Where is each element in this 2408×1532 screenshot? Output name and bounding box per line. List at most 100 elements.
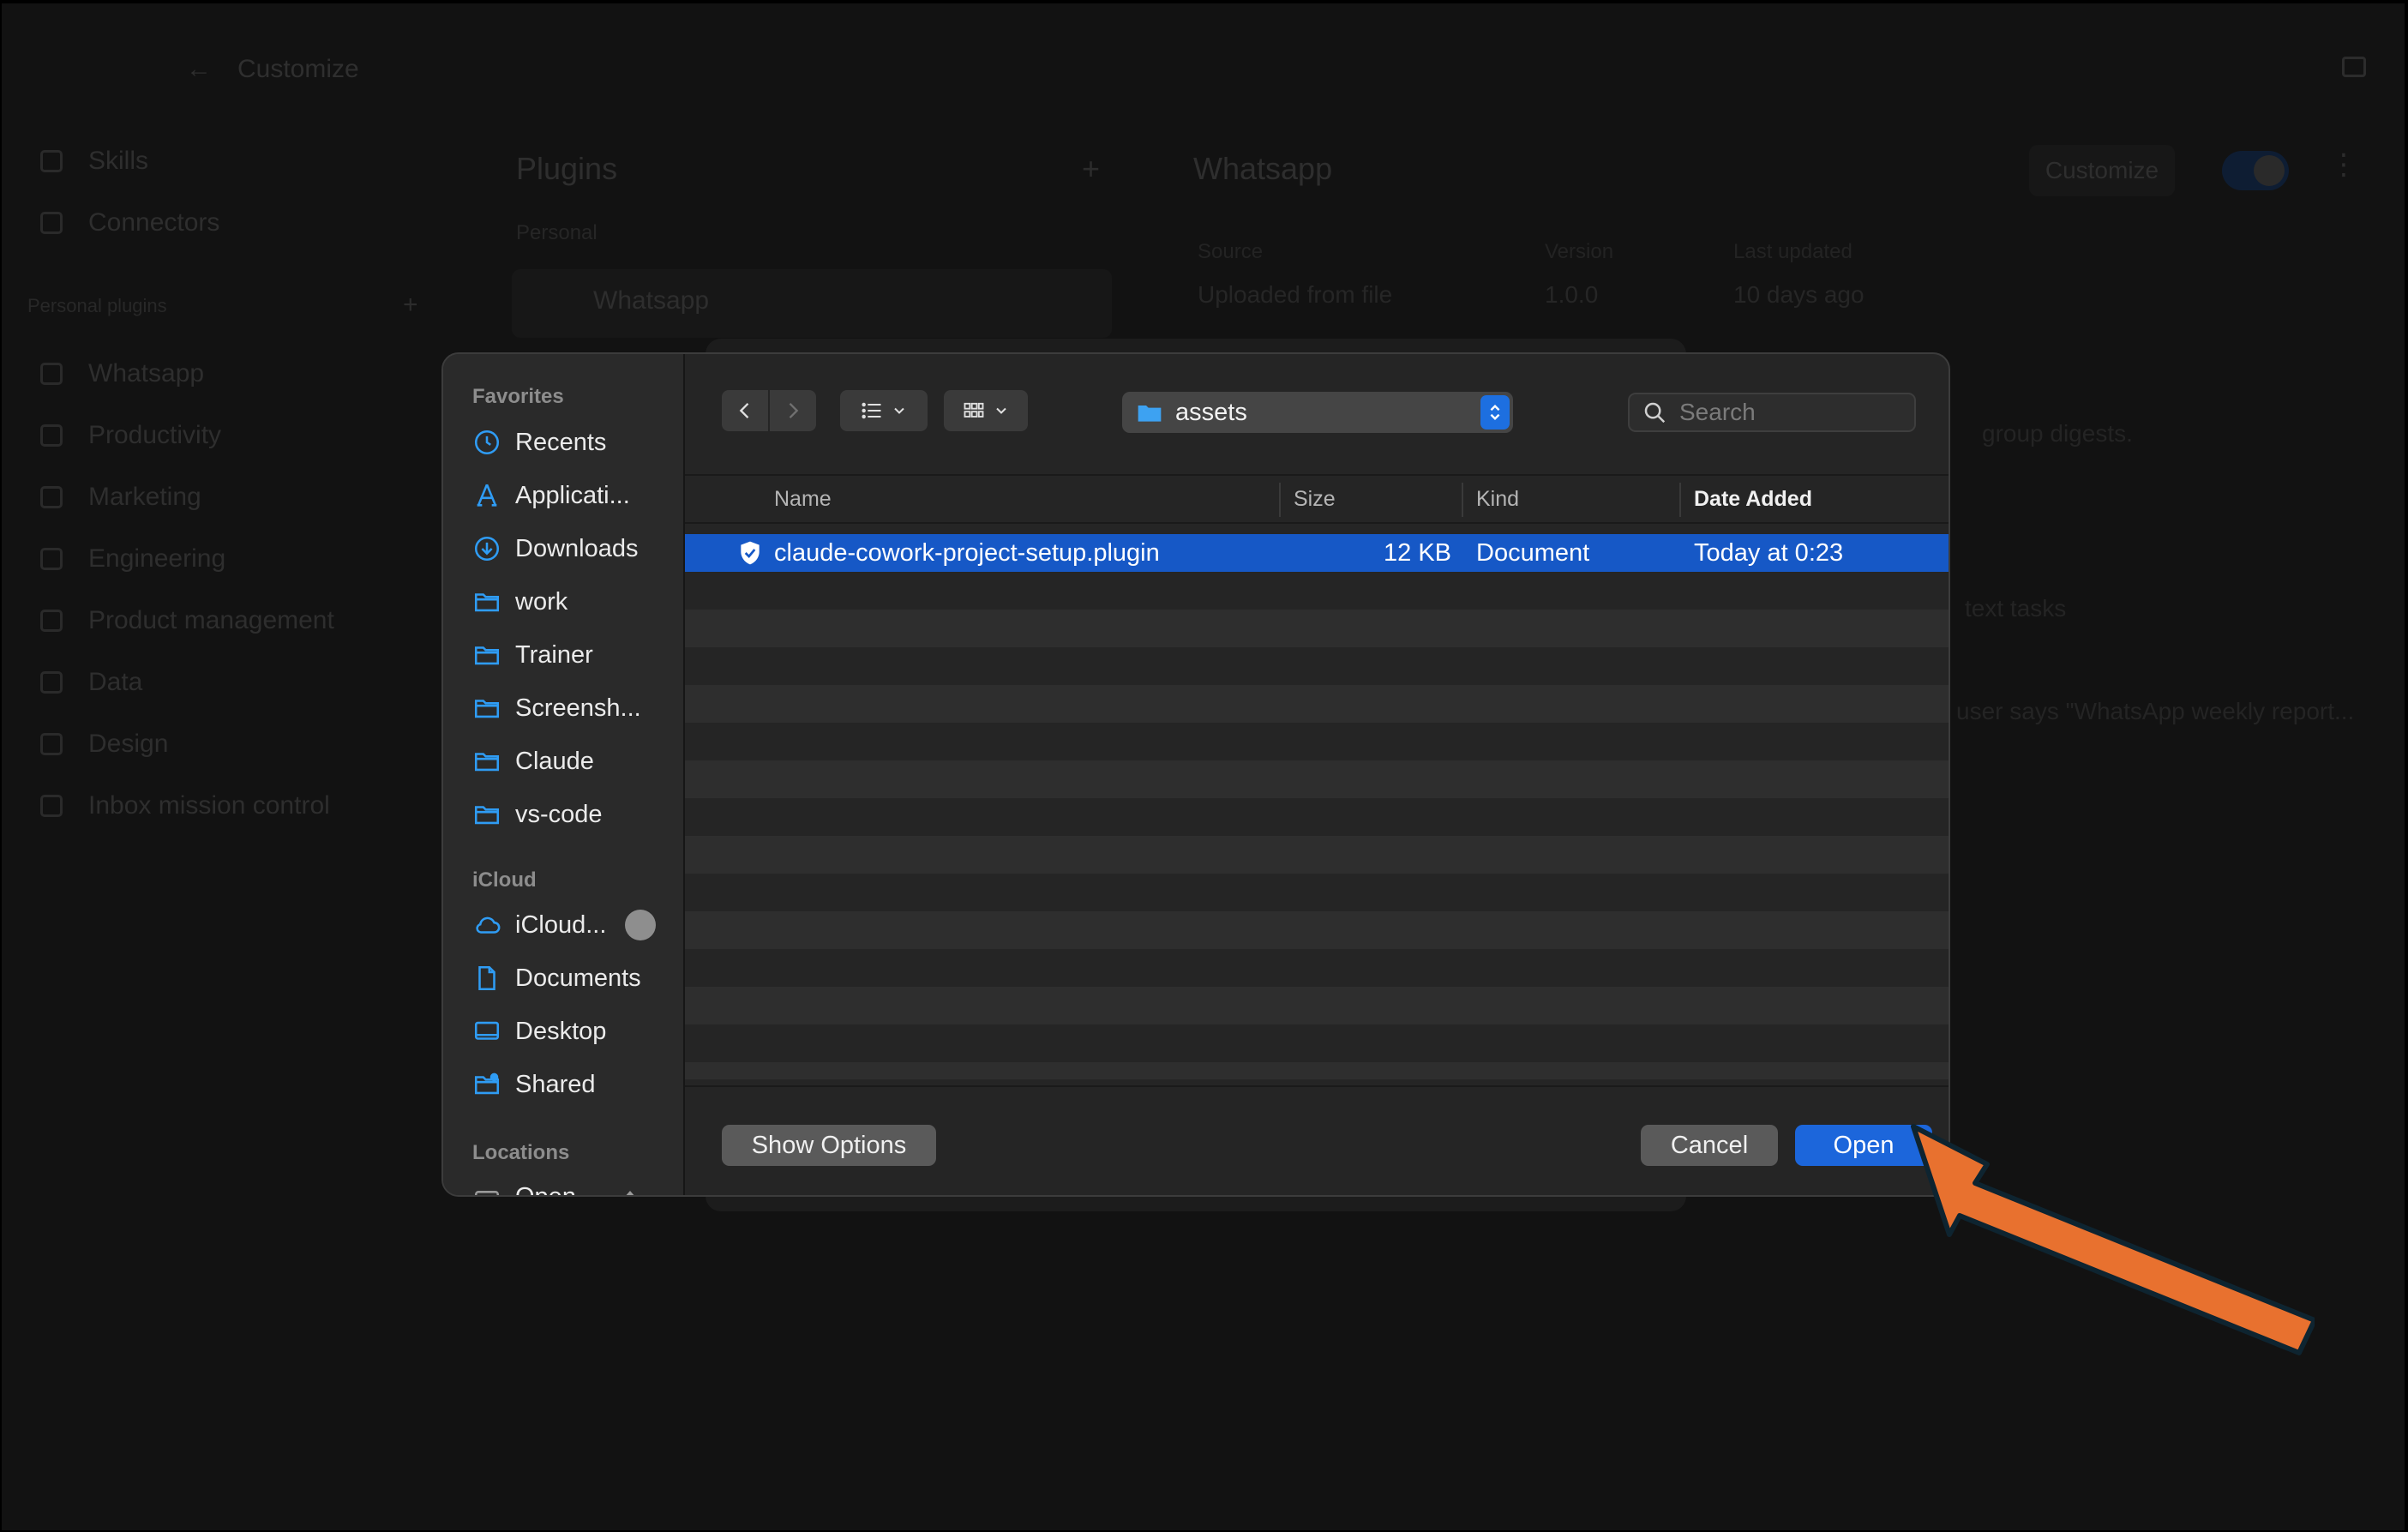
column-header-size[interactable]: Size	[1282, 476, 1336, 522]
sidebar-item-vs-code[interactable]: vs-code	[472, 793, 678, 836]
list-view-icon	[862, 402, 881, 419]
disk-icon	[474, 1191, 500, 1195]
sidebar-item-shared[interactable]: Shared	[472, 1063, 678, 1106]
plugin-icon	[40, 610, 63, 632]
chevron-down-icon	[996, 407, 1006, 414]
sidebar-item-label: Documents	[515, 964, 641, 992]
meta-value: 1.0.0	[1545, 281, 1599, 308]
connectors-icon	[40, 212, 63, 234]
search-field[interactable]	[1628, 393, 1916, 432]
sidebar-item-recents[interactable]: Recents	[472, 421, 678, 464]
background-plugin-label: Productivity	[88, 421, 222, 449]
show-options-button[interactable]: Show Options	[722, 1125, 936, 1166]
background-plugin-label: Inbox mission control	[88, 791, 330, 820]
locations-heading: Locations	[472, 1141, 570, 1164]
plugins-title: Plugins	[516, 151, 618, 186]
dialog-sidebar[interactable]: Favorites Recents Applicati... Downloads…	[443, 354, 685, 1195]
empty-row	[685, 685, 1949, 723]
search-icon	[1644, 402, 1666, 424]
sidebar-item-documents[interactable]: Documents	[472, 957, 678, 1000]
add-icon: +	[1082, 151, 1101, 186]
meta-header: Source	[1198, 240, 1264, 263]
cancel-button[interactable]: Cancel	[1641, 1125, 1778, 1166]
file-name: claude-cowork-project-setup.plugin	[774, 538, 1160, 567]
chevron-left-icon	[739, 403, 749, 418]
folder-icon	[474, 806, 500, 825]
sidebar-item-icloud-drive[interactable]: iCloud...	[472, 904, 678, 946]
open-file-dialog: Favorites Recents Applicati... Downloads…	[441, 352, 1950, 1197]
sidebar-item-label: Shared	[515, 1070, 596, 1098]
background-plugin-item: Whatsapp	[40, 355, 204, 393]
add-plugin-icon: +	[403, 291, 418, 319]
sidebar-item-label: work	[515, 587, 568, 616]
folder-icon	[474, 700, 500, 718]
desktop-icon	[474, 1021, 500, 1040]
sidebar-item-label: vs-code	[515, 800, 603, 828]
search-input[interactable]	[1679, 399, 1902, 426]
background-plugin-label: Data	[88, 668, 143, 696]
background-sidebar-label: Connectors	[88, 208, 220, 237]
background-sidebar-label: Skills	[88, 147, 149, 175]
background-plugin-item: Engineering	[40, 540, 225, 578]
sidebar-item-screenshots[interactable]: Screensh...	[472, 687, 678, 730]
view-mode-list-button[interactable]	[840, 390, 928, 431]
column-header-name[interactable]: Name	[762, 476, 832, 522]
plugin-row-label: Whatsapp	[593, 286, 710, 315]
plugins-group-label: Personal	[516, 221, 597, 244]
sidebar-item-open-volume[interactable]: Open	[472, 1175, 678, 1195]
file-list[interactable]: claude-cowork-project-setup.plugin 12 KB…	[685, 534, 1949, 1079]
background-plugin-item: Marketing	[40, 478, 201, 516]
file-date-added: Today at 0:23	[1694, 538, 1844, 567]
meta-header: Last updated	[1733, 240, 1853, 263]
sidebar-item-label: Recents	[515, 428, 607, 456]
column-header-date-added[interactable]: Date Added	[1682, 476, 1812, 522]
more-icon: ⋮	[2329, 148, 2358, 181]
folder-icon	[474, 646, 500, 665]
background-plugin-item: Data	[40, 664, 142, 701]
sidebar-item-work[interactable]: work	[472, 580, 678, 623]
back-button[interactable]	[722, 390, 768, 431]
forward-button[interactable]	[770, 390, 816, 431]
folder-icon	[1138, 406, 1162, 422]
chevron-right-icon	[789, 403, 799, 418]
column-header-kind[interactable]: Kind	[1464, 476, 1519, 522]
column-divider[interactable]	[1279, 483, 1281, 517]
column-divider[interactable]	[1679, 483, 1681, 517]
back-arrow-icon: ←	[186, 55, 212, 83]
background-plugin-label: Marketing	[88, 483, 201, 511]
clock-icon	[474, 430, 500, 455]
sidebar-item-downloads[interactable]: Downloads	[472, 527, 678, 570]
sidebar-item-trainer[interactable]: Trainer	[472, 634, 678, 676]
background-plugin-label: Engineering	[88, 544, 226, 573]
folder-icon	[474, 593, 500, 612]
dialog-main: assets Name Size Kind Date Added	[685, 354, 1949, 1195]
background-plugin-item: Productivity	[40, 417, 221, 454]
empty-row	[685, 911, 1949, 949]
folder-path-popup[interactable]: assets	[1122, 392, 1513, 433]
sidebar-item-claude[interactable]: Claude	[472, 740, 678, 783]
eject-icon	[626, 1191, 634, 1195]
sidebar-item-label: Open	[515, 1183, 576, 1196]
grid-icon	[964, 402, 984, 418]
background-plugin-item: Design	[40, 725, 168, 763]
background-plugin-item: Product management	[40, 602, 334, 640]
plugin-icon	[40, 424, 63, 447]
plugin-icon	[40, 486, 63, 508]
file-row[interactable]: claude-cowork-project-setup.plugin 12 KB…	[685, 534, 1949, 572]
background-section-label: Personal plugins	[27, 295, 167, 316]
sidebar-item-label: Desktop	[515, 1017, 607, 1045]
sidebar-item-desktop[interactable]: Desktop	[472, 1010, 678, 1053]
current-folder-label: assets	[1175, 398, 1247, 426]
cloud-icon	[476, 916, 501, 934]
file-kind: Document	[1476, 538, 1590, 567]
document-icon	[478, 965, 495, 991]
sidebar-item-applications[interactable]: Applicati...	[472, 474, 678, 517]
background-plugin-label: Product management	[88, 606, 334, 634]
background-sidebar: Skills Connectors Personal plugins + Wha…	[2, 132, 447, 1530]
background-title: Customize	[237, 55, 359, 83]
background-sidebar-item: Connectors	[40, 204, 219, 242]
group-by-button[interactable]	[944, 390, 1028, 431]
file-size: 12 KB	[1384, 538, 1451, 567]
column-divider[interactable]	[1462, 483, 1463, 517]
background-sidebar-item: Skills	[40, 142, 148, 180]
